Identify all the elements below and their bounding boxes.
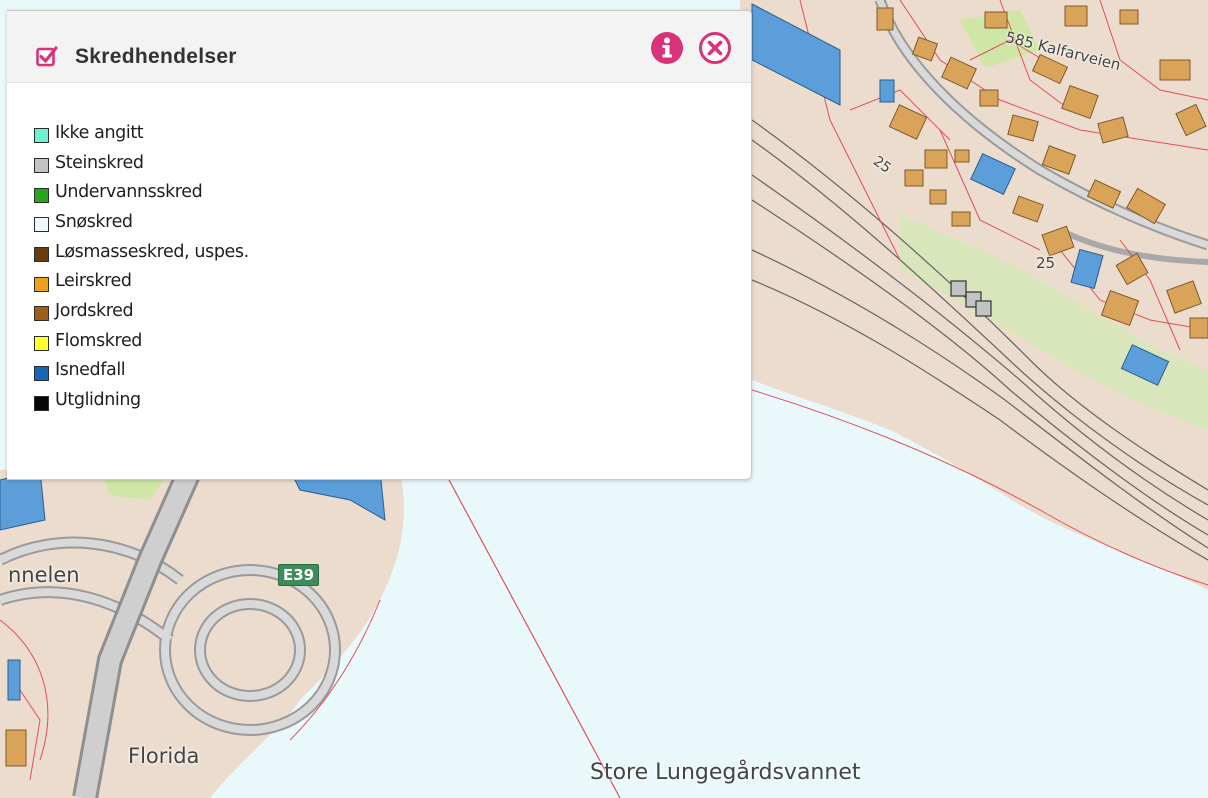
legend-swatch [34, 306, 49, 322]
info-circle-icon [651, 32, 683, 64]
legend-label: Løsmasseskred, uspes. [55, 241, 249, 262]
legend-swatch [34, 395, 49, 411]
district-label: Florida [128, 744, 200, 768]
legend-swatch [34, 128, 49, 144]
legend-swatch [34, 187, 49, 203]
slide-marker[interactable] [975, 300, 992, 317]
legend-label: Steinskred [55, 152, 144, 173]
legend-label: Undervannsskred [55, 182, 203, 203]
legend-swatch [34, 217, 49, 233]
address-number-label: 25 [1036, 254, 1056, 272]
legend-label: Leirskred [55, 271, 132, 292]
legend-item: Jordskred [34, 296, 249, 326]
panel-header: Skredhendelser [7, 11, 751, 83]
legend-swatch [34, 158, 49, 174]
layer-legend-panel: Skredhendelser Ikke angitt Steinskred Unde… [7, 10, 752, 480]
legend-label: Isnedfall [55, 360, 126, 381]
legend-label: Ikke angitt [55, 122, 144, 143]
close-circle-icon [699, 32, 731, 64]
legend-item: Utglidning [34, 385, 249, 415]
legend-item: Løsmasseskred, uspes. [34, 237, 249, 267]
legend-label: Snøskred [55, 211, 133, 232]
legend-item: Snøskred [34, 207, 249, 237]
layer-checkbox[interactable] [36, 45, 58, 67]
road-shield-e39: E39 [278, 564, 320, 586]
slide-marker[interactable] [950, 280, 967, 297]
lake-label: Store Lungegårdsvannet [590, 760, 861, 785]
close-button[interactable] [698, 31, 732, 65]
legend-label: Flomskred [55, 330, 143, 351]
legend-swatch [34, 276, 49, 292]
panel-title: Skredhendelser [75, 45, 237, 68]
legend-item: Undervannsskred [34, 177, 249, 207]
legend-swatch [34, 336, 49, 352]
info-button[interactable] [650, 31, 684, 65]
legend-item: Flomskred [34, 326, 249, 356]
legend-label: Jordskred [55, 300, 134, 321]
legend-swatch [34, 247, 49, 263]
legend-item: Steinskred [34, 148, 249, 178]
tunnel-label: nnelen [8, 563, 80, 587]
legend-item: Ikke angitt [34, 118, 249, 148]
legend-item: Leirskred [34, 266, 249, 296]
legend-item: Isnedfall [34, 356, 249, 386]
legend-label: Utglidning [55, 390, 141, 411]
legend-swatch [34, 365, 49, 381]
legend-list: Ikke angitt Steinskred Undervannsskred Snøs… [34, 118, 249, 415]
